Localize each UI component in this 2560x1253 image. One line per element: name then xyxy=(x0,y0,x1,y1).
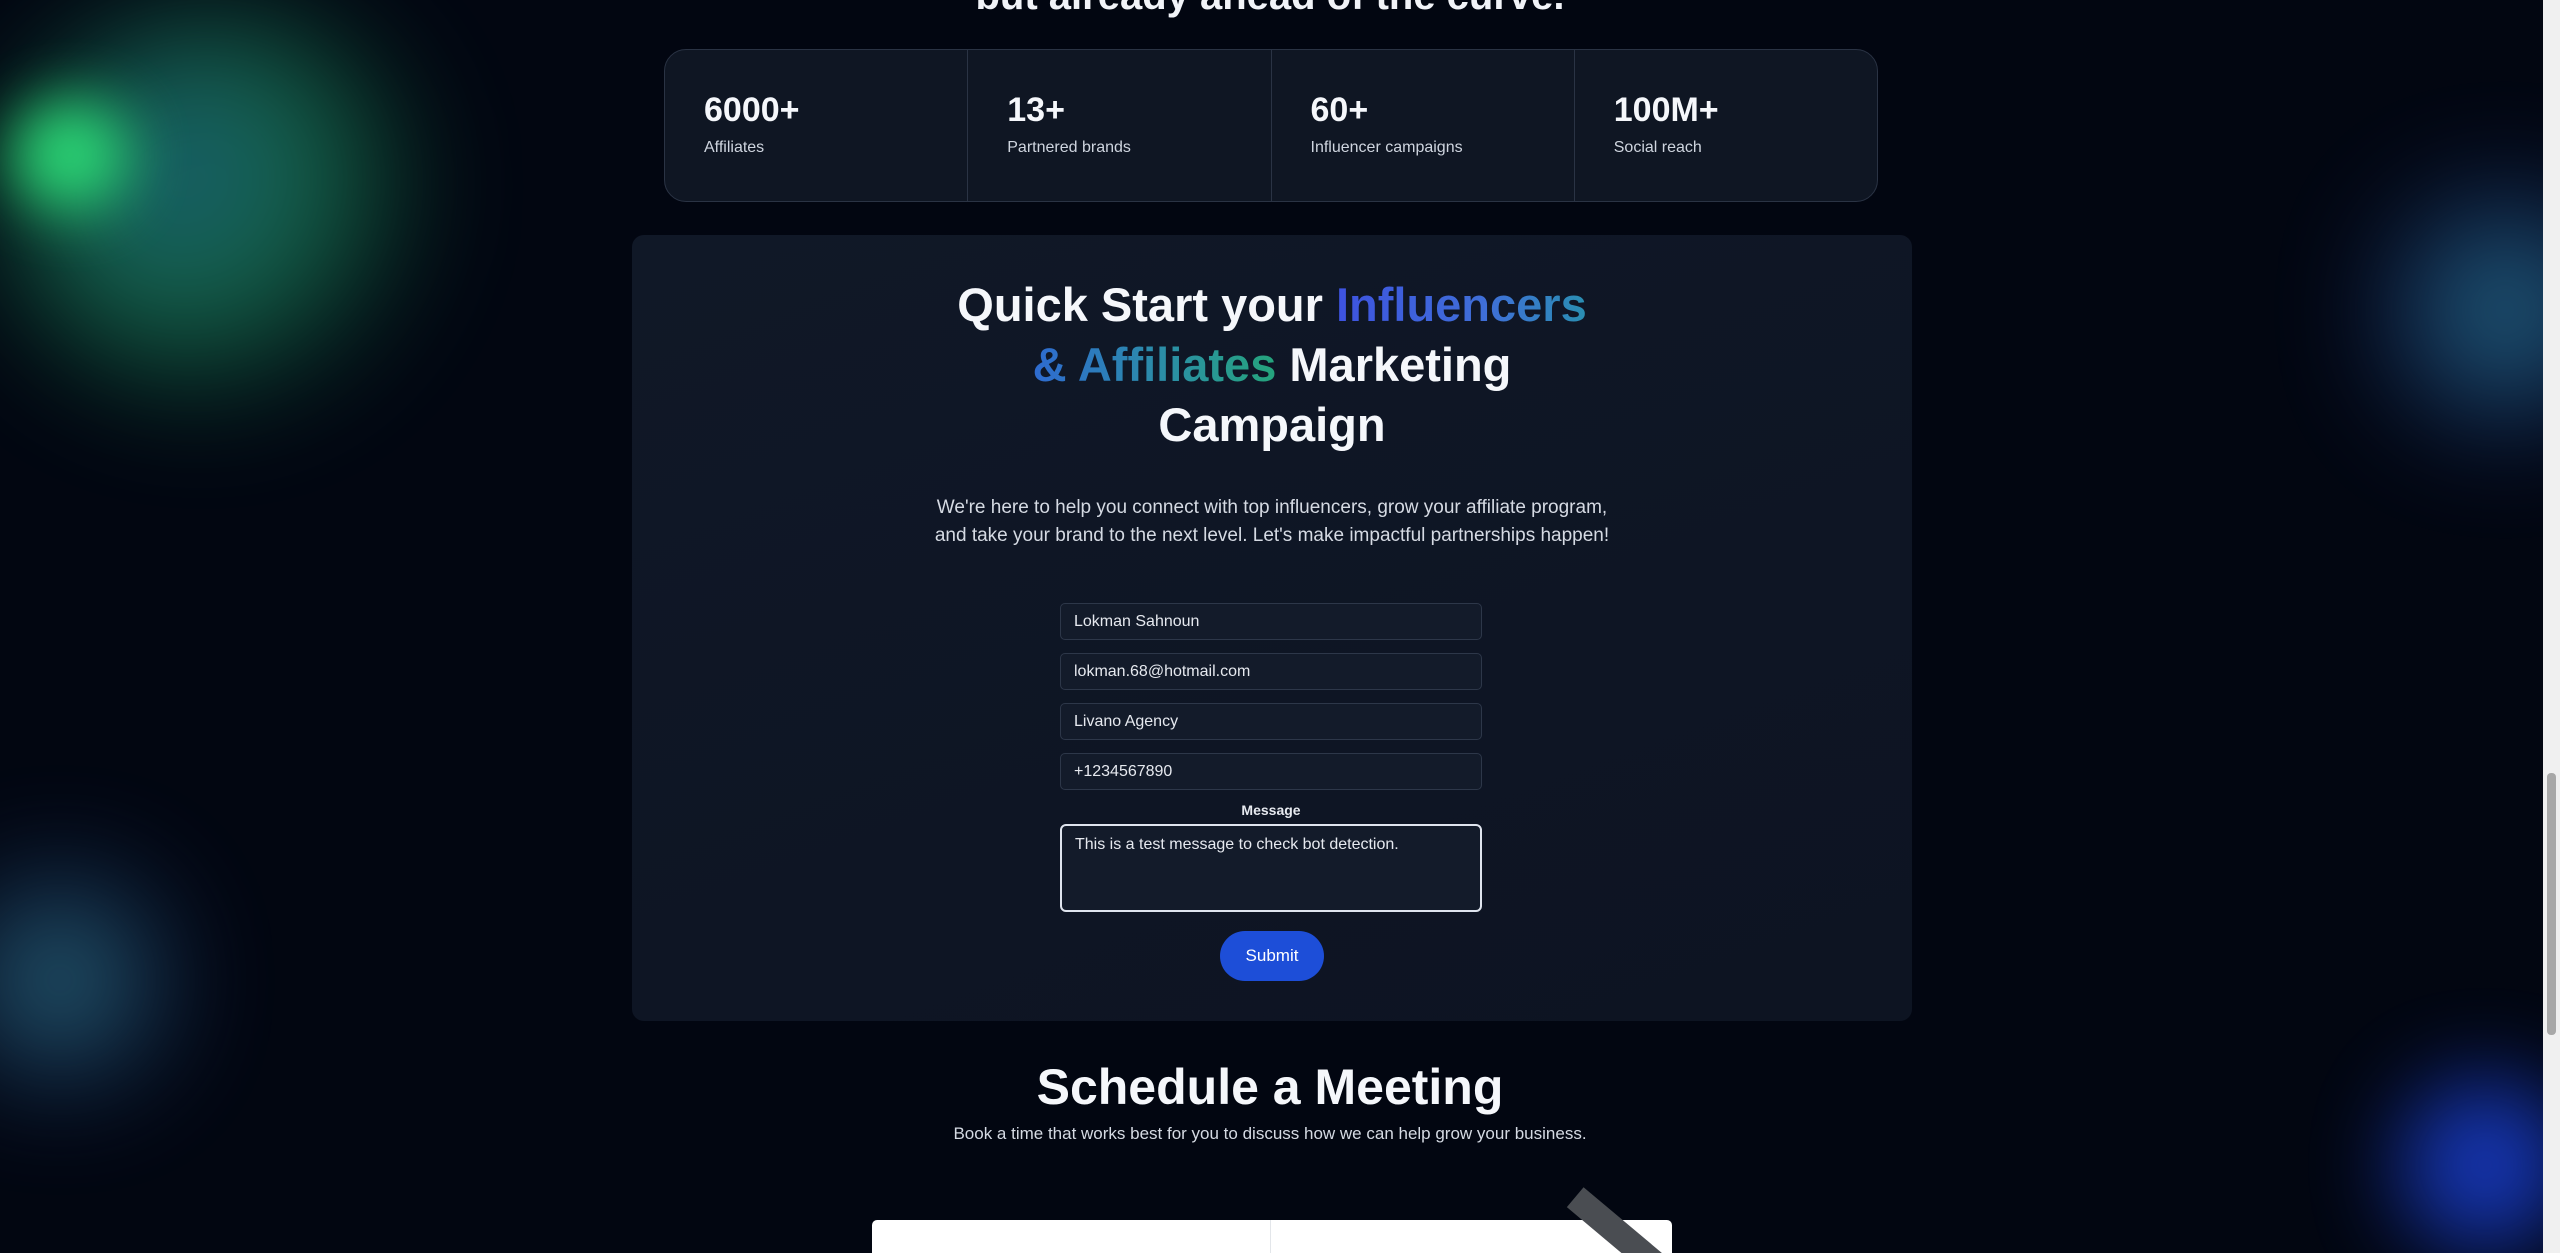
divider xyxy=(1270,1220,1271,1253)
stat-partnered-brands: 13+ Partnered brands xyxy=(968,50,1272,201)
message-label: Message xyxy=(1241,802,1301,818)
stat-value: 60+ xyxy=(1310,91,1369,129)
title-text: Marketing xyxy=(1276,338,1512,391)
stat-value: 13+ xyxy=(1007,91,1065,129)
campaign-card: Quick Start your Influencers & Affiliate… xyxy=(632,235,1912,1021)
scrollbar-thumb[interactable] xyxy=(2547,773,2556,1035)
phone-field[interactable] xyxy=(1060,753,1482,790)
stat-influencer-campaigns: 60+ Influencer campaigns xyxy=(1272,50,1575,201)
scrollbar[interactable] xyxy=(2543,0,2560,1253)
message-textarea[interactable]: This is a test message to check bot dete… xyxy=(1060,824,1482,912)
stat-value: 6000+ xyxy=(704,91,800,129)
background-glow xyxy=(10,100,130,210)
stat-value: 100M+ xyxy=(1613,91,1719,129)
campaign-title: Quick Start your Influencers & Affiliate… xyxy=(632,275,1912,455)
stat-label: Affiliates xyxy=(704,139,765,156)
scheduling-widget[interactable] xyxy=(872,1220,1672,1253)
stat-social-reach: 100M+ Social reach xyxy=(1575,50,1877,201)
email-field[interactable] xyxy=(1060,653,1482,690)
stat-label: Social reach xyxy=(1613,139,1702,156)
background-glow xyxy=(2390,200,2560,420)
title-text: Quick Start your xyxy=(957,278,1336,331)
title-highlight: Influencers xyxy=(1335,278,1587,331)
stat-affiliates: 6000+ Affiliates xyxy=(665,50,969,201)
campaign-description: We're here to help you connect with top … xyxy=(934,497,1610,546)
stat-label: Influencer campaigns xyxy=(1310,139,1463,156)
stat-label: Partnered brands xyxy=(1007,139,1131,156)
schedule-title: Schedule a Meeting xyxy=(1036,1059,1504,1115)
background-glow xyxy=(0,880,160,1080)
stats-panel: 6000+ Affiliates 13+ Partnered brands 60… xyxy=(664,49,1878,202)
title-highlight: & Affiliates xyxy=(1032,338,1277,391)
company-field[interactable] xyxy=(1060,703,1482,740)
page: but already ahead of the curve. 6000+ Af… xyxy=(0,0,2560,1253)
name-field[interactable] xyxy=(1060,603,1482,640)
schedule-subtitle: Book a time that works best for you to d… xyxy=(953,1124,1587,1143)
submit-button[interactable]: Submit xyxy=(1220,931,1324,981)
section-heading: but already ahead of the curve. xyxy=(0,0,2540,19)
background-glow xyxy=(10,20,430,400)
title-text: Campaign xyxy=(1158,398,1386,451)
